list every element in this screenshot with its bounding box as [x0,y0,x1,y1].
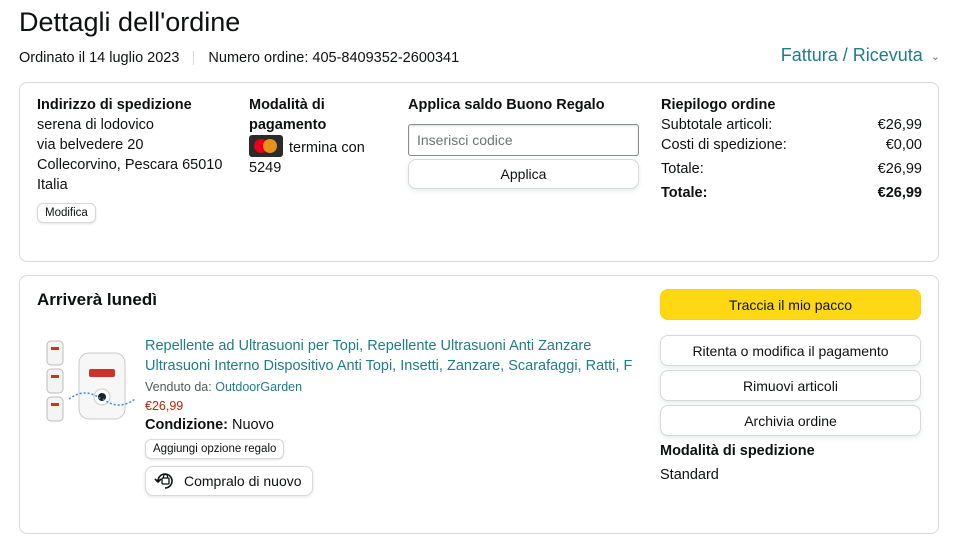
shipping-mode-section: Modalità di spedizione Standard [660,441,921,485]
address-line: serena di lodovico [37,117,154,133]
recap-value: €26,99 [877,117,922,133]
product-title-link[interactable]: Repellente ad Ultrasuoni per Topi, Repel… [145,336,645,376]
order-number: Numero ordine: 405-8409352-2600341 [208,50,460,66]
shipment-box: Arriverà lunedì Repellente ad Ultrasuoni… [19,275,939,534]
recap-label: Totale: [661,161,704,177]
payment-method-title: Modalità di pagamento [249,97,327,133]
shipment-actions: Traccia il mio pacco Ritenta o modifica … [660,289,921,485]
payment-card-row: termina con 5249 [249,135,389,178]
recap-row: Subtotale articoli: €26,99 [661,115,922,135]
condition-value: Nuovo [232,417,274,433]
address-line: Italia [37,177,68,193]
recap-label: Costi di spedizione: [661,137,787,153]
invoice-link-label[interactable]: Fattura / Ricevuta [781,45,923,66]
shipping-address-title: Indirizzo di spedizione [37,97,192,113]
recap-row: Totale: €26,99 [661,159,922,179]
product-details: Repellente ad Ultrasuoni per Topi, Repel… [145,336,645,496]
buy-again-label: Compralo di nuovo [184,473,302,489]
add-gift-option-button[interactable]: Aggiungi opzione regalo [145,439,285,459]
order-summary-box: Indirizzo di spedizione serena di lodovi… [19,82,939,262]
condition-label: Condizione: [145,417,228,433]
chevron-down-icon: ⌄ [930,51,940,63]
order-meta: Ordinato il 14 luglio 2023 Numero ordine… [19,50,459,66]
apply-gift-button[interactable]: Applica [408,159,639,189]
recap-label: Subtotale articoli: [661,117,773,133]
shipping-address-section: Indirizzo di spedizione serena di lodovi… [37,95,242,223]
remove-items-button[interactable]: Rimuovi articoli [660,370,921,401]
mastercard-icon [249,135,283,157]
buy-again-icon [154,473,173,489]
buy-again-button[interactable]: Compralo di nuovo [145,466,313,496]
arrival-heading: Arriverà lunedì [37,290,157,309]
track-package-button[interactable]: Traccia il mio pacco [660,289,921,320]
divider [193,51,195,65]
order-date: Ordinato il 14 luglio 2023 [19,50,180,66]
product-price: €26,99 [145,399,184,413]
grand-total-row: Totale: €26,99 [661,183,922,203]
seller-link[interactable]: OutdoorGarden [215,380,302,394]
address-line: Collecorvino, Pescara 65010 [37,157,223,173]
recap-value: €26,99 [877,161,922,177]
recap-row: Costi di spedizione: €0,00 [661,135,922,155]
sold-by-label: Venduto da: [145,380,212,394]
shipping-mode-title: Modalità di spedizione [660,443,815,459]
page-title: Dettagli dell'ordine [19,7,241,37]
payment-method-section: Modalità di pagamento termina con 5249 [249,95,389,178]
gift-card-title: Applica saldo Buono Regalo [408,97,605,113]
grand-total-value: €26,99 [877,185,922,201]
archive-order-button[interactable]: Archivia ordine [660,405,921,436]
edit-address-button[interactable]: Modifica [37,203,96,223]
invoice-dropdown[interactable]: Fattura / Ricevuta ⌄ [781,45,940,66]
shipping-mode-value: Standard [660,467,719,483]
recap-value: €0,00 [885,137,922,153]
grand-total-label: Totale: [661,185,708,201]
order-recap-section: Riepilogo ordine Subtotale articoli: €26… [661,95,922,203]
gift-code-input[interactable] [408,124,639,156]
gift-card-section: Applica saldo Buono Regalo Applica [408,95,640,189]
order-recap-title: Riepilogo ordine [661,97,776,113]
product-image-icon [46,340,136,422]
product-image[interactable] [45,339,136,429]
retry-payment-button[interactable]: Ritenta o modifica il pagamento [660,335,921,366]
product-condition: Condizione: Nuovo [145,417,645,433]
address-line: via belvedere 20 [37,137,144,153]
sold-by: Venduto da: OutdoorGarden [145,380,645,394]
